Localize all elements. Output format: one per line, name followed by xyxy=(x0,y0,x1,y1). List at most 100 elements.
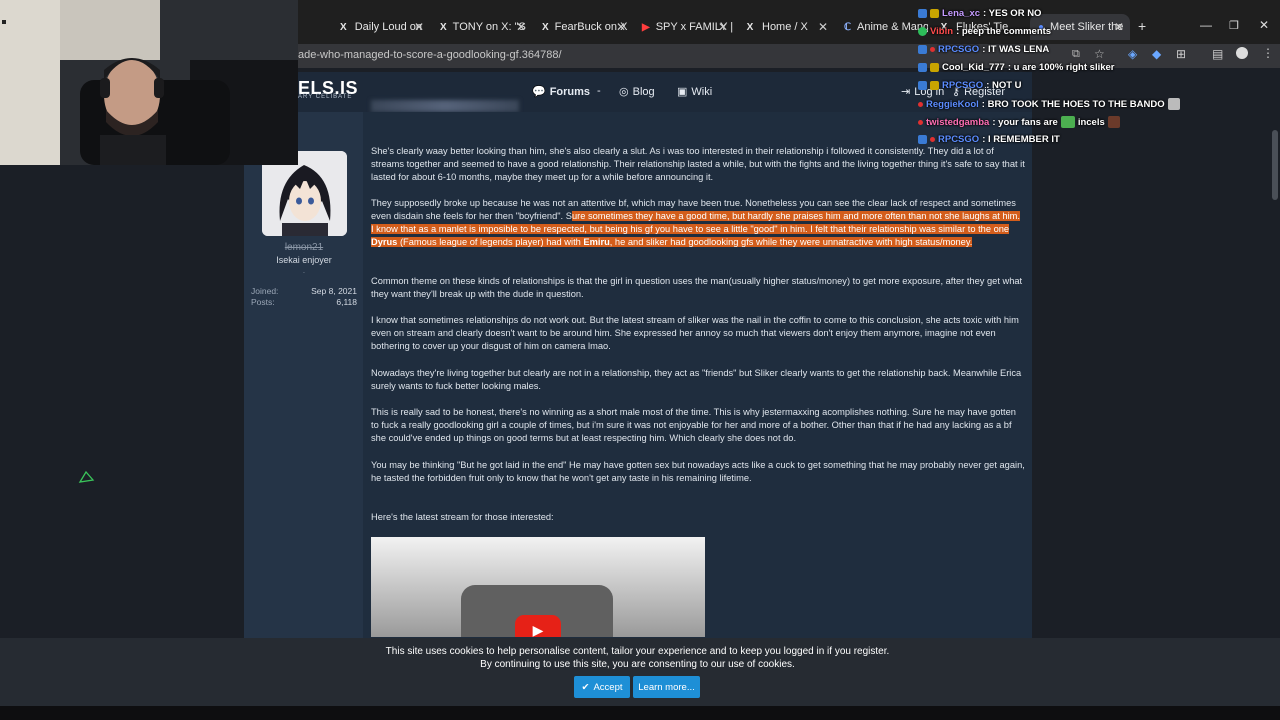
chat-username: twistedgamba xyxy=(926,116,990,128)
restore-icon[interactable]: ❐ xyxy=(1229,19,1239,32)
nav-forums-label: Forums xyxy=(549,85,591,98)
nav-wiki[interactable]: ▣ Wiki xyxy=(677,85,713,99)
chat-message: RPCSGO: IT WAS LENA xyxy=(918,44,1049,55)
post-paragraph: She's clearly waay better looking than h… xyxy=(371,146,1025,182)
badge-icon xyxy=(930,137,935,142)
accept-cookies-button[interactable]: ✔ Accept xyxy=(574,676,630,698)
close-icon[interactable]: ✕ xyxy=(1114,20,1124,34)
nav-dropdown[interactable]: - xyxy=(597,85,601,97)
install-app-icon[interactable]: ⧉ xyxy=(1072,48,1080,61)
tab-daily-loud[interactable]: X Daily Loud on ✕ xyxy=(330,14,430,40)
close-icon[interactable]: ✕ xyxy=(414,20,424,34)
login-icon: ⇥ xyxy=(901,86,911,98)
highlighted-text: , he and sliker had goodlooking gfs whil… xyxy=(609,237,973,247)
site-icon: ℂ xyxy=(844,21,851,33)
tab-home-x[interactable]: X Home / X ✕ xyxy=(736,14,834,40)
emote-icon xyxy=(1107,116,1120,128)
chat-username: RPCSGO xyxy=(938,44,980,55)
chat-message: Lena_xc: YES OR NO xyxy=(918,8,1041,19)
tab-anime-manga[interactable]: ℂ Anime & Mang xyxy=(836,14,928,40)
posts-value: 6,118 xyxy=(336,297,357,307)
post-paragraph: Common theme on these kinds of relations… xyxy=(371,276,1023,299)
tab-tony[interactable]: X TONY on X: "S ✕ xyxy=(432,14,532,40)
check-icon: ✔ xyxy=(581,681,590,693)
webcam-feed-image xyxy=(0,0,298,165)
tab-label: TONY on X: "S xyxy=(452,21,526,33)
badge-icon xyxy=(918,101,923,107)
bookmark-star-icon[interactable]: ☆ xyxy=(1094,47,1105,61)
close-icon[interactable]: ✕ xyxy=(718,20,728,34)
sidebar-icon[interactable]: ▤ xyxy=(1212,47,1223,61)
chat-message: RPCSGO: I REMEMBER IT xyxy=(918,134,1060,145)
chat-text: : BRO TOOK THE HOES TO THE BANDO xyxy=(981,98,1165,110)
nav-wiki-label: Wiki xyxy=(691,85,713,98)
scrollbar[interactable] xyxy=(1272,130,1278,200)
tab-spy-family[interactable]: ▶ SPY x FAMILY | ✕ xyxy=(634,14,734,40)
x-logo-icon: X xyxy=(746,21,754,33)
page-left-margin xyxy=(0,112,244,638)
chat-message: Cool_Kid_777: u are 100% right sliker xyxy=(918,62,1115,73)
emote-icon xyxy=(1060,116,1075,128)
badge-icon xyxy=(918,45,927,54)
bottom-strip xyxy=(0,706,1280,720)
post-paragraph: This is really sad to be honest, there's… xyxy=(371,407,1016,443)
nav-blog[interactable]: ◎ Blog xyxy=(619,85,655,99)
chat-username: RPCSGO xyxy=(938,134,980,145)
chat-text: : YES OR NO xyxy=(983,8,1042,19)
menu-icon[interactable]: ⋮ xyxy=(1262,46,1274,60)
youtube-play-icon[interactable]: ▶ xyxy=(515,615,561,637)
highlighted-bold-text: Emiru xyxy=(583,237,610,247)
profile-icon[interactable] xyxy=(1236,47,1248,59)
tab-label: Daily Loud on xyxy=(354,21,422,33)
badge-icon xyxy=(918,135,927,144)
user-separator: · xyxy=(302,268,306,277)
chat-message: RPCSGO: NOT U xyxy=(918,80,1022,91)
nav-forums[interactable]: 💬 Forums xyxy=(532,85,591,99)
x-logo-icon: X xyxy=(340,21,347,33)
close-icon[interactable]: ✕ xyxy=(616,20,626,34)
close-icon[interactable]: ✕ xyxy=(818,20,828,34)
minimize-icon[interactable]: — xyxy=(1200,18,1212,32)
x-logo-icon: X xyxy=(542,21,549,33)
extension-icon[interactable]: ◈ xyxy=(1128,47,1137,61)
youtube-icon: ▶ xyxy=(642,21,650,33)
chat-text: : u are 100% right sliker xyxy=(1007,62,1115,73)
chat-message: twistedgamba: your fans are incels xyxy=(918,116,1120,128)
page-right-margin xyxy=(1032,112,1280,638)
close-icon[interactable]: ✕ xyxy=(516,20,526,34)
site-tagline: ARY CELIBATE xyxy=(298,94,353,100)
chat-text: : NOT U xyxy=(986,80,1022,91)
username[interactable]: lemon21 xyxy=(244,242,364,253)
accept-label: Accept xyxy=(593,681,623,693)
new-tab-button[interactable]: + xyxy=(1138,18,1146,34)
post-paragraph: You may be thinking "But he got laid in … xyxy=(371,460,1025,483)
badge-icon xyxy=(930,47,935,52)
highlighted-bold-text: Dyrus xyxy=(371,237,398,247)
badge-icon xyxy=(918,81,927,90)
chat-username: Cool_Kid_777 xyxy=(942,62,1005,73)
badge-icon xyxy=(918,27,927,36)
url-text[interactable]: ade-who-managed-to-score-a-goodlooking-g… xyxy=(298,49,562,61)
blurred-image xyxy=(371,100,519,112)
learn-more-button[interactable]: Learn more... xyxy=(633,676,700,698)
nav-blog-label: Blog xyxy=(632,85,655,98)
badge-icon xyxy=(930,81,939,90)
puzzle-icon[interactable]: ⊞ xyxy=(1176,47,1186,61)
chat-text: : IT WAS LENA xyxy=(982,44,1050,55)
post-paragraph: Nowadays they're living together but cle… xyxy=(371,368,1022,391)
highlighted-text: (Famous league of legends player) had wi… xyxy=(397,237,584,247)
cursor-triangle-icon xyxy=(78,470,95,483)
embedded-video[interactable]: ▶ xyxy=(371,537,705,637)
tab-fearbuck[interactable]: X FearBuck on X ✕ xyxy=(534,14,632,40)
tab-label: Meet Sliker the xyxy=(1050,21,1124,33)
chat-username: ReggieKool xyxy=(926,98,979,110)
chat-username: Lena_xc xyxy=(942,8,981,19)
joined-value: Sep 8, 2021 xyxy=(311,286,357,296)
book-icon: ▣ xyxy=(677,86,688,98)
extension-icon[interactable]: ◆ xyxy=(1152,47,1161,61)
joined-label: Joined: xyxy=(251,286,279,296)
chat-username: Vibin xyxy=(930,26,954,37)
posts-label: Posts: xyxy=(251,297,275,307)
close-window-icon[interactable]: ✕ xyxy=(1259,18,1269,32)
badge-icon xyxy=(930,9,939,18)
